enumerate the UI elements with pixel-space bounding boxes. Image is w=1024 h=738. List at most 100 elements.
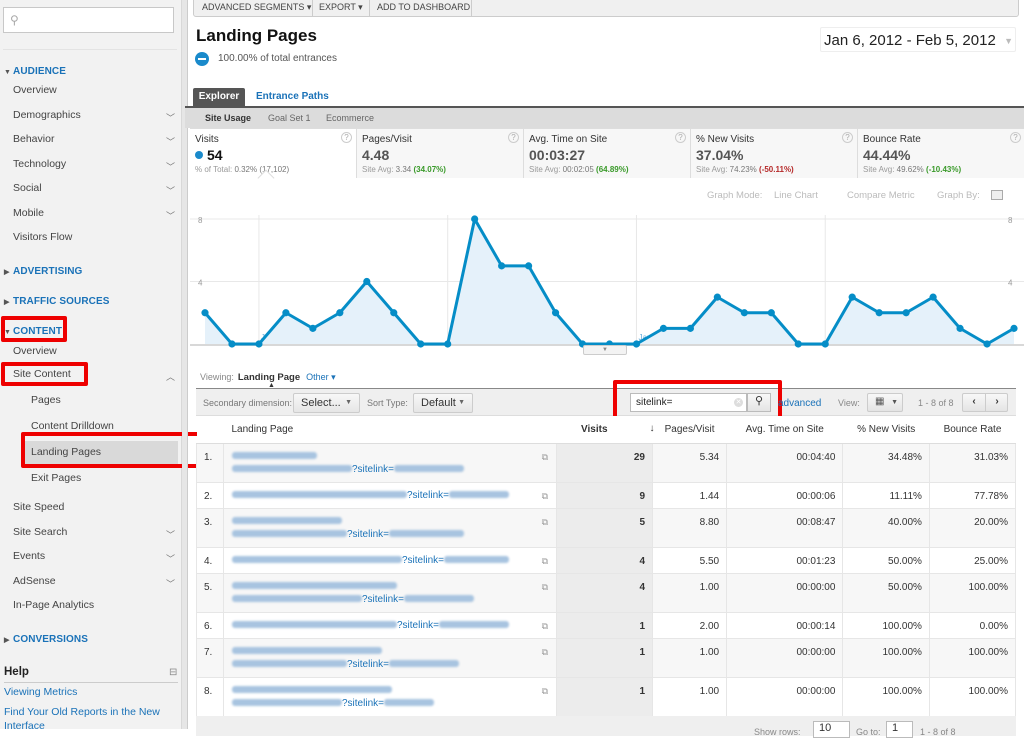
sidebar-item-pages[interactable]: Pages <box>31 394 61 406</box>
date-range-picker[interactable]: Jan 6, 2012 - Feb 5, 2012 ▼ <box>820 27 1016 52</box>
add-to-dashboard-button[interactable]: ADD TO DASHBOARD <box>377 2 470 12</box>
sort-type-select[interactable]: Default ▼ <box>413 393 473 413</box>
subtab-goal-set-1[interactable]: Goal Set 1 <box>268 113 311 123</box>
sidebar-item-in-page-analytics[interactable]: In-Page Analytics <box>13 599 94 611</box>
sidebar-item-content-drilldown[interactable]: Content Drilldown <box>31 420 114 432</box>
chevron-down-icon[interactable]: ﹀ <box>166 160 175 173</box>
external-link-icon[interactable]: ⧉ <box>542 620 548 633</box>
goto-input[interactable]: 1 <box>886 721 913 738</box>
landing-page-link[interactable]: ?sitelink= <box>342 698 384 709</box>
landing-page-link[interactable]: ?sitelink= <box>402 555 444 566</box>
secondary-dimension-select[interactable]: Select... ▼ <box>293 393 360 413</box>
delta-value: (34.07%) <box>413 165 446 174</box>
tab-explorer[interactable]: Explorer <box>193 88 245 106</box>
subtab-site-usage[interactable]: Site Usage <box>205 113 251 123</box>
chevron-down-icon[interactable]: ﹀ <box>166 135 175 148</box>
sidebar-item-technology[interactable]: Technology <box>13 158 66 170</box>
external-link-icon[interactable]: ⧉ <box>542 451 548 464</box>
chart-resize-handle[interactable]: ▼ <box>583 345 627 355</box>
other-dimension-dropdown[interactable]: Other ▾ <box>306 372 336 382</box>
view-type-select[interactable]: ▦ ▼ <box>867 393 903 412</box>
scorecard-bounce-rate[interactable]: Bounce Rate? 44.44% Site Avg: 49.62% (-10.… <box>858 129 1024 178</box>
export-button[interactable]: EXPORT ▾ <box>319 2 363 13</box>
table-row[interactable]: 7. ?sitelink= ⧉ 1 1.00 00:00:00 100.00% 100.00% <box>196 637 1017 678</box>
section-advertising[interactable]: ▶ ADVERTISING <box>4 266 82 277</box>
sidebar-item-site-search[interactable]: Site Search <box>13 526 67 538</box>
table-row[interactable]: 1. ?sitelink= ⧉ 29 5.34 00:04:40 34.48% 31.03% <box>196 442 1017 483</box>
col-bounce-rate[interactable]: Bounce Rate <box>929 416 1016 444</box>
sidebar-item-events[interactable]: Events <box>13 550 45 562</box>
sidebar-item-social[interactable]: Social <box>13 182 42 194</box>
table-row[interactable]: 8. ?sitelink= ⧉ 1 1.00 00:00:00 100.00% 100.00% <box>196 676 1017 717</box>
section-audience[interactable]: ▼ AUDIENCE <box>4 66 66 77</box>
select-value: Select... <box>301 397 341 409</box>
sidebar-item-demographics[interactable]: Demographics <box>13 109 81 121</box>
help-icon[interactable]: ? <box>842 132 853 143</box>
landing-page-link[interactable]: ?sitelink= <box>347 659 389 670</box>
scorecard-avg-time-on-site[interactable]: Avg. Time on Site? 00:03:27 Site Avg: 00:0… <box>524 129 691 178</box>
col-visits[interactable]: Visits ↓ <box>556 416 655 444</box>
table-row[interactable]: 2. ?sitelink= ⧉ 9 1.44 00:00:06 11.11% 77.78% <box>196 481 1017 509</box>
col-avg-time[interactable]: Avg. Time on Site <box>726 416 843 444</box>
subtab-ecommerce[interactable]: Ecommerce <box>326 113 374 123</box>
sidebar-item-behavior[interactable]: Behavior <box>13 133 54 145</box>
sidebar-item-visitors-flow[interactable]: Visitors Flow <box>13 231 72 243</box>
table-row[interactable]: 3. ?sitelink= ⧉ 5 8.80 00:08:47 40.00% 20.00% <box>196 507 1017 548</box>
graph-mode-select[interactable]: Line Chart <box>774 190 818 201</box>
data-point <box>228 340 236 348</box>
section-conversions[interactable]: ▶ CONVERSIONS <box>4 634 88 645</box>
chevron-down-icon[interactable]: ﹀ <box>166 184 175 197</box>
landing-page-link[interactable]: ?sitelink= <box>397 620 439 631</box>
help-icon[interactable]: ? <box>675 132 686 143</box>
chevron-up-icon[interactable]: ︿ <box>166 370 175 383</box>
chevron-down-icon[interactable]: ﹀ <box>166 552 175 565</box>
help-icon[interactable]: ? <box>508 132 519 143</box>
landing-page-link[interactable]: ?sitelink= <box>347 529 389 540</box>
scorecard-pages-visit[interactable]: Pages/Visit? 4.48 Site Avg: 3.34 (34.07%) <box>357 129 524 178</box>
landing-page-link[interactable]: ?sitelink= <box>352 464 394 475</box>
help-icon[interactable]: ? <box>1010 132 1021 143</box>
advanced-filter-link[interactable]: advanced <box>778 398 821 409</box>
external-link-icon[interactable]: ⧉ <box>542 581 548 594</box>
sidebar-item-mobile[interactable]: Mobile <box>13 207 44 219</box>
sidebar-item-adsense[interactable]: AdSense <box>13 575 56 587</box>
sidebar-item-content-overview[interactable]: Overview <box>13 345 57 357</box>
chevron-down-icon[interactable]: ﹀ <box>166 577 175 590</box>
scorecard--new-visits[interactable]: % New Visits? 37.04% Site Avg: 74.23% (-50… <box>691 129 858 178</box>
help-link-viewing-metrics[interactable]: Viewing Metrics <box>4 686 77 698</box>
next-page-button[interactable]: › <box>986 396 1008 407</box>
minimize-icon[interactable]: ⊟ <box>169 667 177 678</box>
table-row[interactable]: 5. ?sitelink= ⧉ 4 1.00 00:00:00 50.00% 100.00% <box>196 572 1017 613</box>
external-link-icon[interactable]: ⧉ <box>542 516 548 529</box>
col-new-visits[interactable]: % New Visits <box>842 416 930 444</box>
landing-page-link[interactable]: ?sitelink= <box>407 490 449 501</box>
show-rows-input[interactable]: 10 <box>813 721 850 738</box>
sidebar-item-exit-pages[interactable]: Exit Pages <box>31 472 81 484</box>
scorecards: Visits? 54 % of Total: 0.32% (17,102) Page… <box>190 128 1024 178</box>
chevron-down-icon[interactable]: ﹀ <box>166 528 175 541</box>
sidebar-item-site-speed[interactable]: Site Speed <box>13 501 64 513</box>
tab-entrance-paths[interactable]: Entrance Paths <box>256 91 329 102</box>
external-link-icon[interactable]: ⧉ <box>542 685 548 698</box>
external-link-icon[interactable]: ⧉ <box>542 490 548 503</box>
col-landing-page[interactable]: Landing Page <box>223 416 557 444</box>
prev-page-button[interactable]: ‹ <box>963 396 985 407</box>
scorecard-visits[interactable]: Visits? 54 % of Total: 0.32% (17,102) <box>190 129 357 178</box>
chevron-down-icon[interactable]: ﹀ <box>166 209 175 222</box>
chevron-down-icon[interactable]: ﹀ <box>166 111 175 124</box>
help-link-old-reports-cont[interactable]: Interface <box>4 720 45 732</box>
section-traffic-sources[interactable]: ▶ TRAFFIC SOURCES <box>4 296 110 307</box>
sidebar-search-input[interactable]: ⚲ <box>3 7 174 33</box>
external-link-icon[interactable]: ⧉ <box>542 555 548 568</box>
help-icon[interactable]: ? <box>341 132 352 143</box>
sidebar-item-overview[interactable]: Overview <box>13 84 57 96</box>
table-row[interactable]: 4. ?sitelink= ⧉ 4 5.50 00:01:23 50.00% 25.00% <box>196 546 1017 574</box>
external-link-icon[interactable]: ⧉ <box>542 646 548 659</box>
landing-page-link[interactable]: ?sitelink= <box>362 594 404 605</box>
table-row[interactable]: 6. ?sitelink= ⧉ 1 2.00 00:00:14 100.00% 0.00% <box>196 611 1017 639</box>
calendar-icon[interactable] <box>991 190 1003 200</box>
advanced-segments-button[interactable]: ADVANCED SEGMENTS ▾ <box>202 2 311 13</box>
compare-metric-button[interactable]: Compare Metric <box>847 190 915 201</box>
col-pages-visit[interactable]: Pages/Visit <box>652 416 727 444</box>
help-link-old-reports[interactable]: Find Your Old Reports in the New <box>4 706 160 718</box>
